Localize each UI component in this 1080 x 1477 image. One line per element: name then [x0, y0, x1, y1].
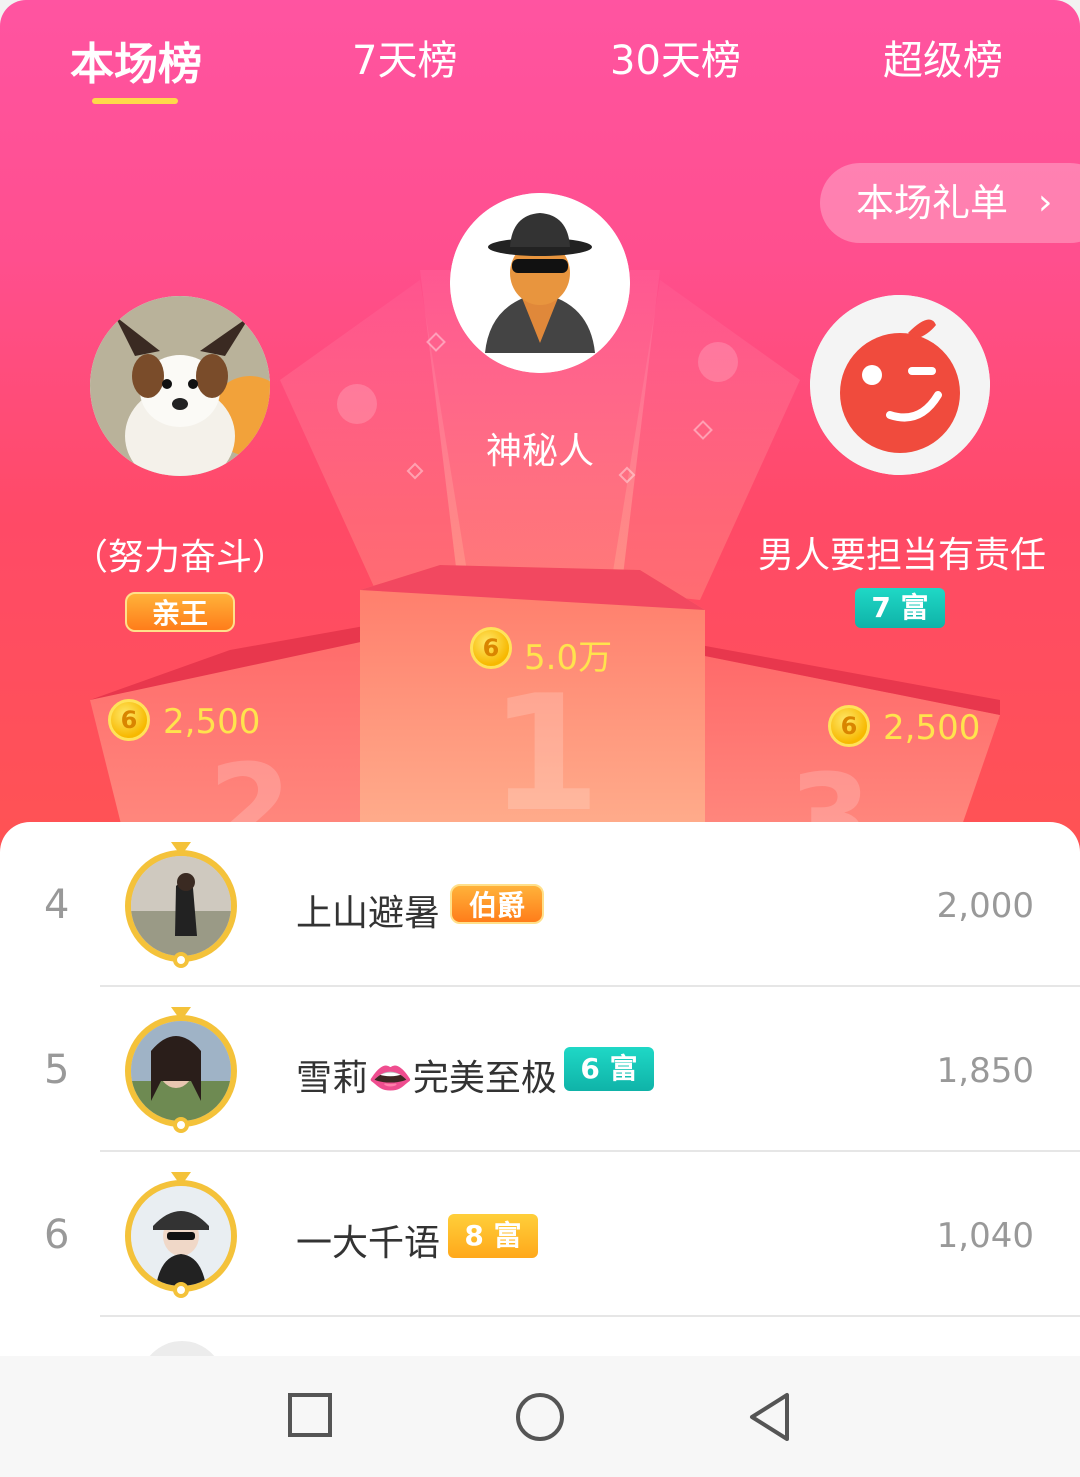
chevron-right-icon: › — [1038, 182, 1053, 223]
leaderboard-list: 4 上山避暑 伯爵 2,000 5 雪莉👄完美至极 6 富 1,850 6 一大… — [0, 822, 1080, 1362]
rank2-amount: 2,500 — [163, 702, 261, 742]
tab-30-days[interactable]: 30天榜 — [610, 28, 741, 86]
rank-number: 6 — [44, 1212, 70, 1258]
rank-number: 5 — [44, 1047, 70, 1093]
tab-7-days[interactable]: 7天榜 — [352, 28, 457, 86]
tab-active-indicator — [92, 98, 178, 104]
rank1-avatar[interactable] — [450, 193, 630, 373]
list-item[interactable]: 4 上山避暑 伯爵 2,000 — [0, 822, 1080, 987]
avatar — [125, 1015, 237, 1127]
avatar — [125, 850, 237, 962]
rank2-name: （努力奋斗） — [71, 537, 288, 578]
dog-photo-icon — [90, 296, 270, 476]
rank1-name: 神秘人 — [485, 431, 594, 472]
frame-pendant-icon — [173, 952, 189, 968]
wink-face-icon — [810, 295, 990, 475]
score: 1,040 — [936, 1216, 1034, 1256]
noble-badge: 伯爵 — [450, 884, 544, 924]
user-name-text: 上山避暑 — [296, 893, 441, 934]
user-name: 一大千语 — [296, 1214, 440, 1266]
gift-list-label: 本场礼单 — [856, 181, 1009, 225]
incognito-icon — [450, 193, 630, 373]
square-icon[interactable] — [287, 1392, 333, 1442]
list-item[interactable]: 5 雪莉👄完美至极 6 富 1,850 — [0, 987, 1080, 1152]
wealth-badge: 6 富 — [564, 1047, 654, 1091]
rank3-name: 男人要担当有责任 — [757, 535, 1046, 576]
wealth-badge: 7 富 — [855, 588, 945, 628]
coin-icon: 6 — [828, 705, 870, 747]
user-name: 上山避暑 — [296, 884, 440, 936]
user-name-text: 一大千语 — [296, 1223, 441, 1264]
system-nav-bar — [0, 1356, 1080, 1477]
tab-super[interactable]: 超级榜 — [883, 28, 1003, 86]
score: 1,850 — [936, 1051, 1034, 1091]
circle-icon[interactable] — [515, 1392, 565, 1446]
triangle-back-icon[interactable] — [747, 1392, 793, 1446]
user-name-text: 雪莉👄完美至极 — [296, 1058, 557, 1099]
score: 2,000 — [936, 886, 1034, 926]
tab-this-session[interactable]: 本场榜 — [70, 28, 202, 92]
list-item[interactable]: 6 一大千语 8 富 1,040 — [0, 1152, 1080, 1317]
rank2-avatar[interactable] — [90, 296, 270, 476]
avatar — [125, 1180, 237, 1292]
leaderboard-header: 本场榜 7天榜 30天榜 超级榜 本场礼单 › 神秘人 6 5.0万 1 （努力… — [0, 0, 1080, 860]
rank1-label: 1 — [489, 660, 601, 847]
gift-list-button[interactable]: 本场礼单 › — [820, 163, 1080, 243]
rank3-amount: 2,500 — [883, 708, 981, 748]
coin-icon: 6 — [108, 699, 150, 741]
user-name: 雪莉👄完美至极 — [296, 1049, 557, 1101]
rank-number: 4 — [44, 882, 70, 928]
noble-badge: 亲王 — [125, 592, 235, 632]
wealth-badge: 8 富 — [448, 1214, 538, 1258]
tab-bar: 本场榜 7天榜 30天榜 超级榜 — [0, 28, 1080, 118]
frame-pendant-icon — [173, 1117, 189, 1133]
rank3-avatar[interactable] — [810, 295, 990, 475]
frame-pendant-icon — [173, 1282, 189, 1298]
